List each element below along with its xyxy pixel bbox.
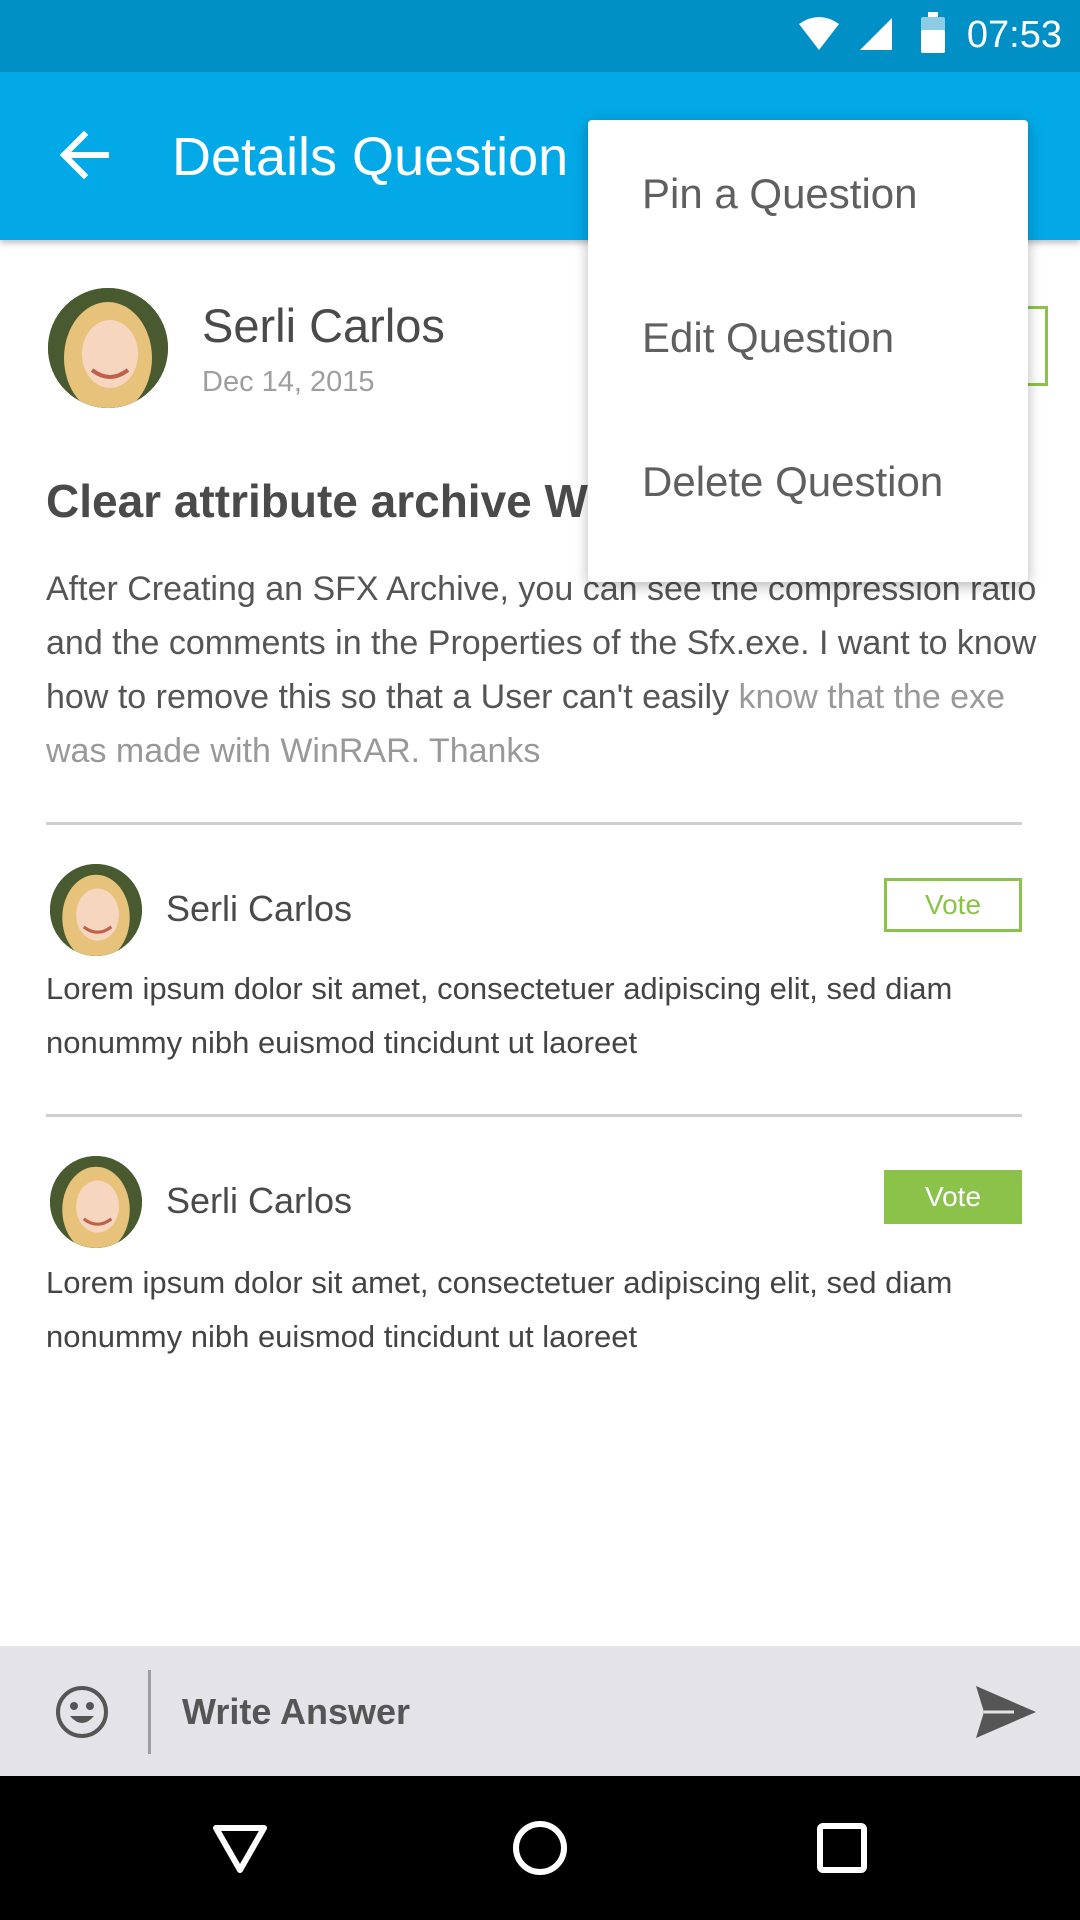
back-triangle-icon[interactable] bbox=[210, 1818, 270, 1878]
answer-composer bbox=[0, 1646, 1080, 1776]
signal-icon bbox=[860, 18, 892, 50]
arrow-left-icon[interactable] bbox=[56, 127, 112, 183]
menu-item-delete-question[interactable]: Delete Question bbox=[588, 410, 1028, 554]
send-icon[interactable] bbox=[974, 1684, 1038, 1740]
vote-button[interactable]: Vote bbox=[884, 1170, 1022, 1224]
overflow-menu: Pin a Question Edit Question Delete Ques… bbox=[588, 120, 1028, 582]
wifi-icon bbox=[799, 17, 839, 50]
question-date: Dec 14, 2015 bbox=[202, 366, 375, 398]
status-time: 07:53 bbox=[966, 14, 1062, 56]
question-body: After Creating an SFX Archive, you can s… bbox=[46, 562, 1046, 778]
menu-item-pin-question[interactable]: Pin a Question bbox=[588, 122, 1028, 266]
question-author-name: Serli Carlos bbox=[202, 299, 445, 352]
composer-divider bbox=[148, 1670, 151, 1754]
recents-square-icon[interactable] bbox=[812, 1818, 872, 1878]
answer-text: Lorem ipsum dolor sit amet, consectetuer… bbox=[46, 1265, 953, 1354]
divider bbox=[46, 1114, 1022, 1117]
battery-icon bbox=[921, 12, 945, 53]
answer-author-name: Serli Carlos bbox=[166, 888, 353, 929]
navigation-bar bbox=[0, 1776, 1080, 1920]
answer-author-name: Serli Carlos bbox=[166, 1180, 353, 1221]
home-circle-icon[interactable] bbox=[510, 1818, 570, 1878]
menu-item-edit-question[interactable]: Edit Question bbox=[588, 266, 1028, 410]
page-title: Details Question bbox=[172, 127, 569, 187]
emoji-icon[interactable] bbox=[54, 1684, 110, 1740]
answer-author-avatar bbox=[50, 1156, 142, 1248]
divider bbox=[46, 822, 1022, 825]
status-bar: 07:53 bbox=[0, 0, 1080, 72]
question-author-avatar bbox=[48, 288, 168, 408]
answer-text: Lorem ipsum dolor sit amet, consectetuer… bbox=[46, 971, 953, 1060]
answer-author-avatar bbox=[50, 864, 142, 956]
vote-button[interactable]: Vote bbox=[884, 878, 1022, 932]
write-answer-input[interactable] bbox=[180, 1676, 944, 1748]
